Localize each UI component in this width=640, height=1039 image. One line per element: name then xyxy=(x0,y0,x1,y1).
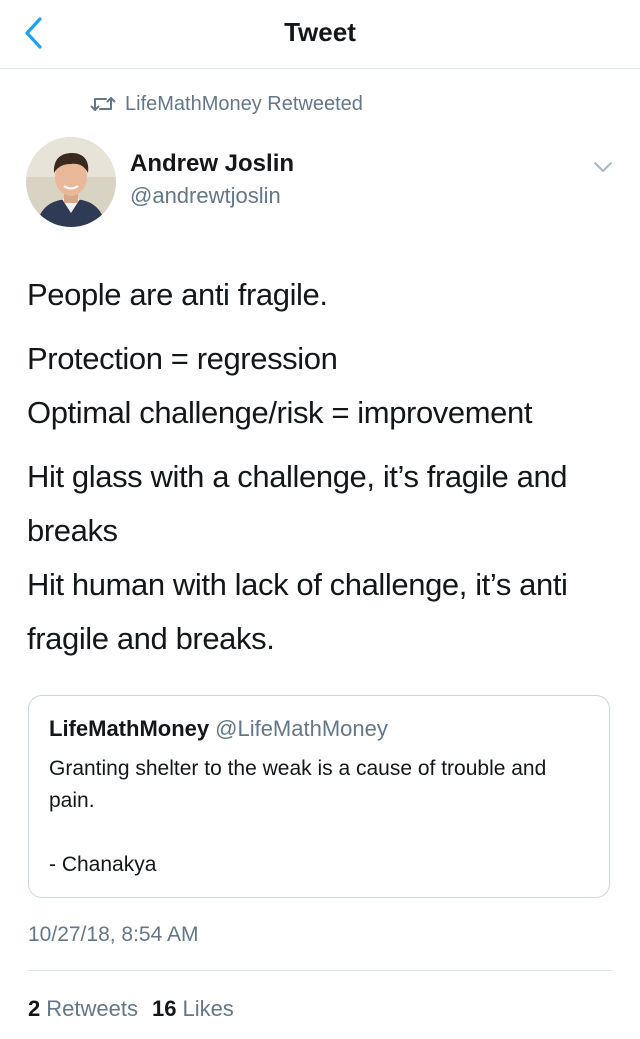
retweets-stat[interactable]: 2 Retweets xyxy=(28,996,138,1022)
tweet-line: Optimal challenge/risk = improvement xyxy=(27,395,533,430)
author-name[interactable]: Andrew Joslin xyxy=(130,150,294,178)
likes-stat[interactable]: 16 Likes xyxy=(152,996,234,1022)
retweets-count: 2 xyxy=(28,996,41,1021)
tweet-body: People are anti fragile. Protection = re… xyxy=(27,268,627,666)
retweets-label: Retweets xyxy=(46,996,138,1021)
avatar[interactable] xyxy=(26,137,116,227)
page-title: Tweet xyxy=(284,17,356,47)
quoted-text-line: Granting shelter to the weak is a cause … xyxy=(49,757,547,812)
likes-count: 16 xyxy=(151,996,177,1021)
quoted-author-name: LifeMathMoney xyxy=(49,716,210,741)
retweeted-indicator: LifeMathMoney Retweeted xyxy=(90,90,363,118)
tweet-timestamp: 10/27/18, 8:54 AM xyxy=(28,923,199,946)
retweet-icon xyxy=(90,97,116,111)
profile-photo xyxy=(26,137,116,227)
navigation-bar: Tweet xyxy=(0,0,640,69)
retweeted-label[interactable]: LifeMathMoney Retweeted xyxy=(125,93,363,116)
author-handle[interactable]: @andrewtjoslin xyxy=(130,183,281,209)
tweet-line: Protection = regression xyxy=(27,341,338,376)
quoted-tweet[interactable]: LifeMathMoney @LifeMathMoney Granting she… xyxy=(28,695,610,898)
chevron-down-icon xyxy=(594,162,612,172)
quoted-signature: - Chanakya xyxy=(49,853,157,876)
quoted-author-handle: @LifeMathMoney xyxy=(215,716,388,741)
likes-label: Likes xyxy=(182,996,234,1021)
tweet-line: Hit human with lack of challenge, it’s a… xyxy=(27,567,568,656)
tweet-line: People are anti fragile. xyxy=(27,277,328,312)
more-options-button[interactable] xyxy=(592,160,614,174)
tweet-line: Hit glass with a challenge, it’s fragile… xyxy=(27,459,568,548)
quoted-tweet-text: Granting shelter to the weak is a cause … xyxy=(49,753,589,817)
quoted-tweet-header: LifeMathMoney @LifeMathMoney xyxy=(49,716,388,742)
tweet-stats: 2 Retweets 16 Likes xyxy=(28,996,234,1022)
divider xyxy=(28,970,612,971)
